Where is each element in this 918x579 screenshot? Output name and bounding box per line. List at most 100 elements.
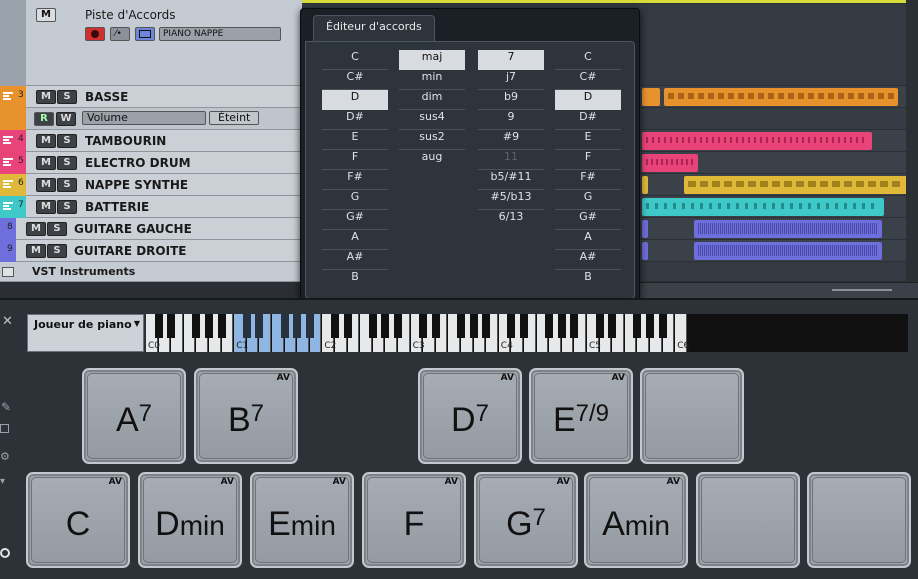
clip-electro-drum[interactable] xyxy=(642,154,698,172)
bass-note-a-sharp[interactable]: A# xyxy=(555,250,621,270)
chord-pad-emin[interactable]: AV Emin xyxy=(250,472,354,568)
mute-button[interactable]: M xyxy=(36,200,56,214)
clip-guitare-droite-2[interactable] xyxy=(694,242,882,260)
bass-note-e[interactable]: E xyxy=(555,130,621,150)
root-note-a[interactable]: A xyxy=(322,230,388,250)
automation-state-button[interactable]: Éteint xyxy=(209,111,259,125)
black-key[interactable] xyxy=(343,314,352,338)
track-row-electro-drum[interactable]: 5 M S ELECTRO DRUM xyxy=(0,152,302,174)
root-note-f-sharp[interactable]: F# xyxy=(322,170,388,190)
root-note-d-sharp[interactable]: D# xyxy=(322,110,388,130)
root-note-g-sharp[interactable]: G# xyxy=(322,210,388,230)
chord-track-instrument-select[interactable]: PIANO NAPPE xyxy=(159,27,281,41)
tension-6-13[interactable]: 6/13 xyxy=(478,210,544,230)
chord-type-sus2[interactable]: sus2 xyxy=(399,130,465,150)
black-key[interactable] xyxy=(633,314,642,338)
mute-button[interactable]: M xyxy=(26,244,46,258)
player-select[interactable]: Joueur de piano ▼ xyxy=(27,314,144,352)
mute-button[interactable]: M xyxy=(36,156,56,170)
chord-pad-c[interactable]: AV C xyxy=(26,472,130,568)
black-key[interactable] xyxy=(608,314,617,338)
chord-track-mute-button[interactable]: M xyxy=(36,8,56,22)
tension-9[interactable]: 9 xyxy=(478,110,544,130)
black-key[interactable] xyxy=(646,314,654,338)
black-key[interactable] xyxy=(280,314,289,338)
clip-batterie[interactable] xyxy=(642,198,884,216)
clip-guitare-droite-1[interactable] xyxy=(642,242,648,260)
settings-icon[interactable]: ⚙ xyxy=(0,450,10,463)
solo-button[interactable]: S xyxy=(47,244,67,258)
black-key[interactable] xyxy=(167,314,176,338)
tension-b5-sharp11[interactable]: b5/#11 xyxy=(478,170,544,190)
track-row-batterie[interactable]: 7 M S BATTERIE xyxy=(0,196,302,218)
bass-note-g[interactable]: G xyxy=(555,190,621,210)
clip-basse-1[interactable] xyxy=(642,88,660,106)
automation-row[interactable]: R W Volume Éteint xyxy=(0,108,302,130)
write-automation-button[interactable]: W xyxy=(56,112,76,126)
chord-pad-amin[interactable]: AV Amin xyxy=(584,472,688,568)
clip-guitare-gauche-1[interactable] xyxy=(642,220,648,238)
bass-note-d-sharp[interactable]: D# xyxy=(555,110,621,130)
menu-arrow-icon[interactable]: ▾ xyxy=(0,476,5,487)
edit-icon[interactable]: ✎ xyxy=(1,400,11,414)
mute-button[interactable]: M xyxy=(26,222,46,236)
bass-note-f[interactable]: F xyxy=(555,150,621,170)
black-key[interactable] xyxy=(242,314,251,338)
clip-basse-2[interactable] xyxy=(664,88,898,106)
track-row-nappe-synthe[interactable]: 6 M S NAPPE SYNTHE xyxy=(0,174,302,196)
solo-button[interactable]: S xyxy=(57,200,77,214)
black-key[interactable] xyxy=(293,314,302,338)
instrument-link-button[interactable] xyxy=(135,27,155,41)
clip-nappe-2[interactable] xyxy=(684,176,908,194)
chord-pad-d7[interactable]: AV D7 xyxy=(418,368,522,464)
black-key[interactable] xyxy=(457,314,465,338)
black-key[interactable] xyxy=(570,314,579,338)
bass-note-b[interactable]: B xyxy=(555,270,621,290)
tension-sharp5-b13[interactable]: #5/b13 xyxy=(478,190,544,210)
solo-button[interactable]: S xyxy=(57,90,77,104)
mute-button[interactable]: M xyxy=(36,90,56,104)
root-note-d[interactable]: D xyxy=(322,90,388,110)
chord-type-maj[interactable]: maj xyxy=(399,50,465,70)
chord-pad-empty[interactable] xyxy=(640,368,744,464)
black-key[interactable] xyxy=(419,314,428,338)
black-key[interactable] xyxy=(545,314,554,338)
chord-pad-empty[interactable] xyxy=(696,472,800,568)
window-icon[interactable] xyxy=(0,424,9,433)
chord-editor-tab[interactable]: Éditeur d'accords xyxy=(313,15,435,41)
monitor-button[interactable]: ⁄• xyxy=(110,27,130,41)
power-icon[interactable] xyxy=(0,548,10,558)
black-key[interactable] xyxy=(482,314,491,338)
record-button[interactable] xyxy=(85,27,105,41)
root-note-g[interactable]: G xyxy=(322,190,388,210)
black-key[interactable] xyxy=(658,314,667,338)
root-note-e[interactable]: E xyxy=(322,130,388,150)
chord-type-dim[interactable]: dim xyxy=(399,90,465,110)
chord-pad-empty[interactable] xyxy=(807,472,911,568)
chord-type-min[interactable]: min xyxy=(399,70,465,90)
tension-b9[interactable]: b9 xyxy=(478,90,544,110)
black-key[interactable] xyxy=(507,314,516,338)
root-note-c-sharp[interactable]: C# xyxy=(322,70,388,90)
chord-pad-dmin[interactable]: AV Dmin xyxy=(138,472,242,568)
solo-button[interactable]: S xyxy=(47,222,67,236)
tension-j7[interactable]: j7 xyxy=(478,70,544,90)
black-key[interactable] xyxy=(595,314,604,338)
chord-type-aug[interactable]: aug xyxy=(399,150,465,170)
track-row-tambourin[interactable]: 4 M S TAMBOURIN xyxy=(0,130,302,152)
mute-button[interactable]: M xyxy=(36,178,56,192)
bass-note-c[interactable]: C xyxy=(555,50,621,70)
black-key[interactable] xyxy=(381,314,390,338)
automation-parameter-select[interactable]: Volume xyxy=(82,111,206,125)
black-key[interactable] xyxy=(154,314,163,338)
chord-track-header[interactable]: M Piste d'Accords ⁄• PIANO NAPPE xyxy=(0,0,302,86)
solo-button[interactable]: S xyxy=(57,178,77,192)
vertical-scrollbar[interactable] xyxy=(906,0,918,282)
track-row-basse[interactable]: 3 M S BASSE xyxy=(0,86,302,108)
bass-note-a[interactable]: A xyxy=(555,230,621,250)
black-key[interactable] xyxy=(394,314,402,338)
tension-7[interactable]: 7 xyxy=(478,50,544,70)
clip-guitare-gauche-2[interactable] xyxy=(694,220,882,238)
chord-type-sus4[interactable]: sus4 xyxy=(399,110,465,130)
bass-note-f-sharp[interactable]: F# xyxy=(555,170,621,190)
